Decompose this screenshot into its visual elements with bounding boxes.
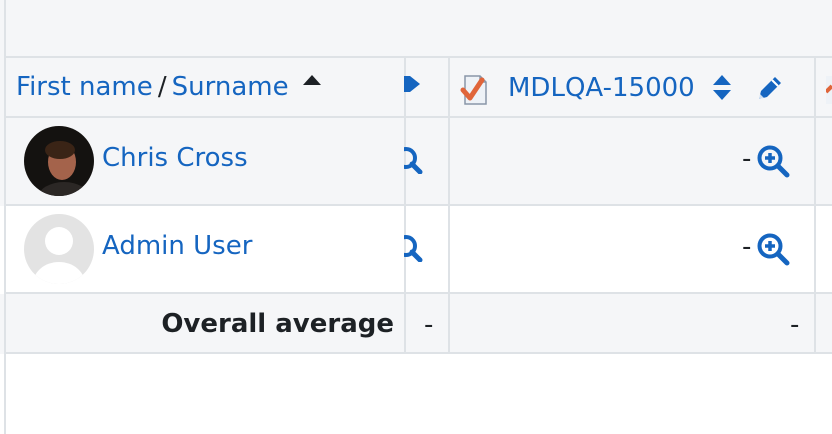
zoom-in-icon[interactable] <box>756 232 790 266</box>
avatar-placeholder[interactable] <box>24 214 94 284</box>
overall-average-value: - <box>424 310 434 340</box>
divider <box>4 352 832 354</box>
grader-report-table: First name / Surname MDLQA-15000 Chris C… <box>0 0 832 434</box>
grade-value: - <box>742 232 752 262</box>
divider <box>4 116 832 118</box>
zoom-in-icon[interactable] <box>404 234 424 262</box>
edit-pencil-icon[interactable] <box>404 72 422 94</box>
sort-separator: / <box>157 72 167 102</box>
overall-average-cell: Overall average <box>8 309 394 339</box>
avatar-photo[interactable] <box>24 126 94 196</box>
divider <box>4 292 832 294</box>
column-divider <box>448 56 450 354</box>
sort-updown-icon[interactable] <box>710 74 734 102</box>
sort-surname-link[interactable]: Surname <box>172 72 289 102</box>
divider <box>4 204 832 206</box>
column-divider <box>814 56 816 354</box>
name-sort-header: First name / Surname <box>16 72 289 102</box>
student-name-link[interactable]: Chris Cross <box>102 143 248 173</box>
column-divider <box>404 56 406 354</box>
sort-asc-icon[interactable] <box>302 74 322 86</box>
top-spacer-row <box>0 0 832 58</box>
student-name-link[interactable]: Admin User <box>102 231 252 261</box>
edit-pencil-icon[interactable] <box>756 74 784 102</box>
assignment-icon <box>460 75 487 105</box>
zoom-in-icon[interactable] <box>404 146 424 174</box>
assignment-icon <box>826 76 832 104</box>
grade-item-link[interactable]: MDLQA-15000 <box>508 73 695 103</box>
divider <box>4 56 832 58</box>
grade-value: - <box>742 144 752 174</box>
overall-average-grade: - <box>790 310 800 340</box>
table-left-border <box>4 0 6 434</box>
zoom-in-icon[interactable] <box>756 144 790 178</box>
overall-average-label: Overall average <box>161 309 394 339</box>
sort-first-name-link[interactable]: First name <box>16 72 153 102</box>
